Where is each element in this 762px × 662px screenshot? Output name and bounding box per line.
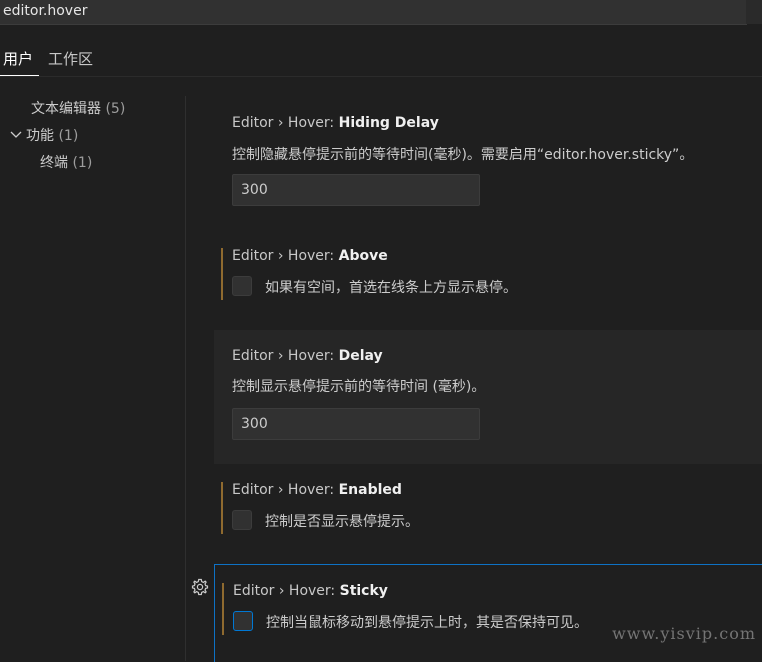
tab-workspace[interactable]: 工作区 <box>45 44 99 76</box>
setting-description: 控制隐藏悬停提示前的等待时间(毫秒)。需要启用“editor.hover.sti… <box>232 147 694 163</box>
sticky-checkbox[interactable] <box>233 611 253 631</box>
enabled-checkbox[interactable] <box>232 510 252 530</box>
toc-item-count: (5) <box>105 101 126 117</box>
toc-item-label: 文本编辑器 <box>31 101 101 117</box>
setting-description: 控制是否显示悬停提示。 <box>265 514 419 530</box>
toc-divider <box>185 96 186 661</box>
toc-item-label: 功能 <box>26 128 54 144</box>
setting-hover-enabled: Editor › Hover: Enabled 控制是否显示悬停提示。 <box>214 464 762 560</box>
setting-hover-hiding-delay: Editor › Hover: Hiding Delay 控制隐藏悬停提示前的等… <box>214 96 762 230</box>
setting-title: Editor › Hover: Hiding Delay <box>232 115 439 131</box>
modified-indicator <box>221 482 223 534</box>
setting-title: Editor › Hover: Sticky <box>233 583 388 599</box>
setting-title: Editor › Hover: Enabled <box>232 482 402 498</box>
setting-description: 控制当鼠标移动到悬停提示上时，其是否保持可见。 <box>266 615 588 631</box>
setting-hover-sticky: Editor › Hover: Sticky 控制当鼠标移动到悬停提示上时，其是… <box>214 564 762 662</box>
toc-item-count: (1) <box>58 128 79 144</box>
tab-user[interactable]: 用户 <box>0 44 40 76</box>
toc-item-count: (1) <box>72 155 93 171</box>
hiding-delay-input[interactable] <box>232 174 480 206</box>
chevron-down-icon <box>10 123 26 150</box>
tabs-divider <box>0 76 762 77</box>
setting-hover-above: Editor › Hover: Above 如果有空间，首选在线条上方显示悬停。 <box>214 230 762 326</box>
above-checkbox[interactable] <box>232 276 252 296</box>
toc-item-terminal[interactable]: 终端 (1) <box>0 150 185 177</box>
watermark: www.yisvip.com <box>612 624 756 643</box>
settings-scope-tabs: 用户 工作区 <box>0 44 105 76</box>
setting-description: 如果有空间，首选在线条上方显示悬停。 <box>265 280 517 296</box>
setting-description: 控制显示悬停提示前的等待时间 (毫秒)。 <box>232 379 486 395</box>
setting-title: Editor › Hover: Above <box>232 248 388 264</box>
setting-title: Editor › Hover: Delay <box>232 348 383 364</box>
settings-toc: 文本编辑器 (5) 功能 (1) 终端 (1) <box>0 96 185 177</box>
delay-input[interactable] <box>232 408 480 440</box>
setting-hover-delay: Editor › Hover: Delay 控制显示悬停提示前的等待时间 (毫秒… <box>214 330 762 464</box>
settings-search-input[interactable]: editor.hover <box>0 0 747 25</box>
search-scrollbar <box>746 0 762 24</box>
modified-indicator <box>221 248 223 300</box>
toc-item-text-editor[interactable]: 文本编辑器 (5) <box>0 96 185 123</box>
modified-indicator <box>222 583 224 635</box>
gear-icon[interactable] <box>190 577 210 597</box>
toc-item-label: 终端 <box>40 155 68 171</box>
toc-item-features[interactable]: 功能 (1) <box>0 123 185 150</box>
